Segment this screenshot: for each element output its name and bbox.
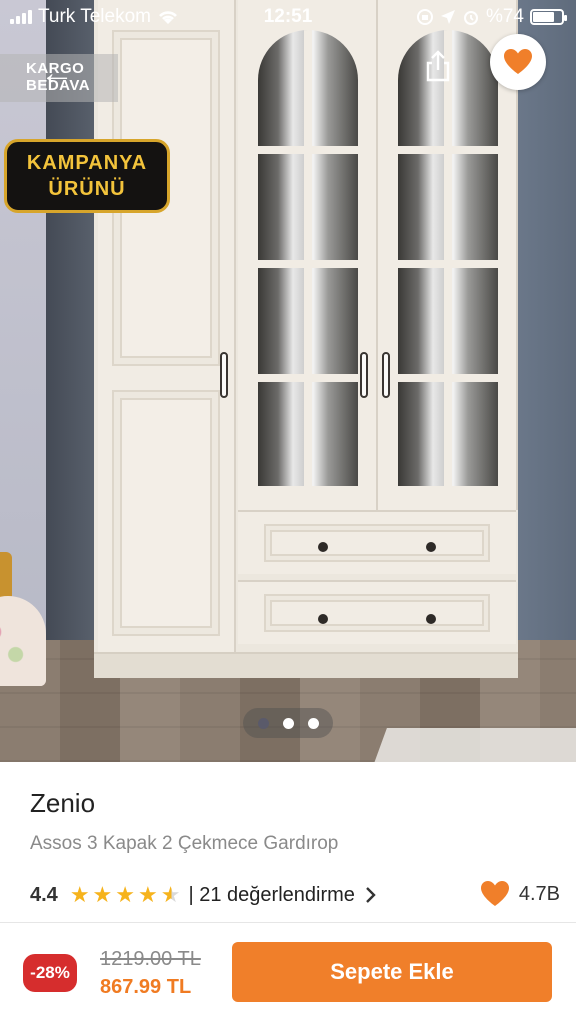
product-title: Assos 3 Kapak 2 Çekmece Gardırop [30, 833, 339, 854]
background-rug [365, 728, 576, 762]
campaign-line-1: KAMPANYA [26, 152, 148, 174]
star-icon: ★ [92, 882, 113, 907]
wardrobe-drawer [238, 510, 516, 574]
share-icon [426, 50, 450, 82]
chevron-right-icon [366, 887, 376, 903]
star-icon: ★ [138, 882, 158, 907]
wardrobe-door-left [98, 0, 236, 652]
current-price: 867.99 TL [100, 976, 192, 998]
star-icon: ★ [69, 882, 90, 907]
heart-icon [480, 881, 509, 906]
purchase-bar: -28% 1219.00 TL 867.99 TL Sepete Ekle [0, 924, 576, 1024]
status-indicators: %74 [416, 6, 567, 28]
reviews-link[interactable]: | 21 değerlendirme [188, 884, 376, 907]
product-brand[interactable]: Zenio [30, 788, 95, 819]
battery-icon [530, 9, 567, 25]
rating-score: 4.4 [30, 883, 58, 906]
favorites-count-value: 4.7B [518, 882, 560, 905]
favorites-count[interactable]: 4.7B [479, 880, 560, 908]
gallery-pagination [243, 708, 333, 738]
product-photo-wardrobe [94, 0, 518, 678]
old-price: 1219.00 TL [100, 948, 201, 970]
wardrobe-glass-door [238, 0, 378, 510]
door-handle [360, 352, 368, 398]
rating-row: 4.4 ★ ★ ★ ★ ★ | 21 değerlendirme 4.7B [30, 880, 560, 910]
discount-badge: -28% [23, 954, 77, 992]
star-icon: ★ [115, 882, 136, 907]
arrow-left-icon: ← [40, 54, 74, 92]
product-image-gallery[interactable] [0, 0, 576, 762]
pagination-dot[interactable] [257, 717, 269, 729]
orientation-lock-icon [416, 9, 433, 25]
divider [0, 922, 576, 923]
rating-stars: ★ ★ ★ ★ ★ [70, 884, 181, 906]
campaign-badge: KAMPANYA ÜRÜNÜ [4, 139, 170, 213]
favorite-button[interactable] [490, 34, 546, 90]
add-to-cart-button[interactable]: Sepete Ekle [232, 942, 552, 1002]
wardrobe-plinth [94, 652, 518, 678]
location-icon [440, 10, 455, 24]
door-glass [258, 30, 358, 486]
share-button[interactable] [418, 46, 458, 86]
reviews-count: | 21 değerlendirme [188, 883, 355, 906]
door-handle [382, 352, 390, 398]
pagination-dot[interactable] [282, 717, 294, 729]
status-bar: Turk Telekom 12:51 %74 [0, 0, 576, 34]
battery-percent: %74 [485, 6, 524, 27]
pagination-dot[interactable] [307, 717, 319, 729]
door-panel [112, 390, 220, 636]
wardrobe-drawer [238, 580, 516, 644]
back-button[interactable]: KARGO BEDAVA ← [0, 54, 118, 102]
door-handle [220, 352, 228, 398]
alarm-icon [463, 11, 478, 25]
star-half-icon: ★ [160, 882, 181, 907]
campaign-line-2: ÜRÜNÜ [48, 178, 126, 200]
door-glass [398, 30, 498, 486]
heart-icon [504, 49, 532, 74]
